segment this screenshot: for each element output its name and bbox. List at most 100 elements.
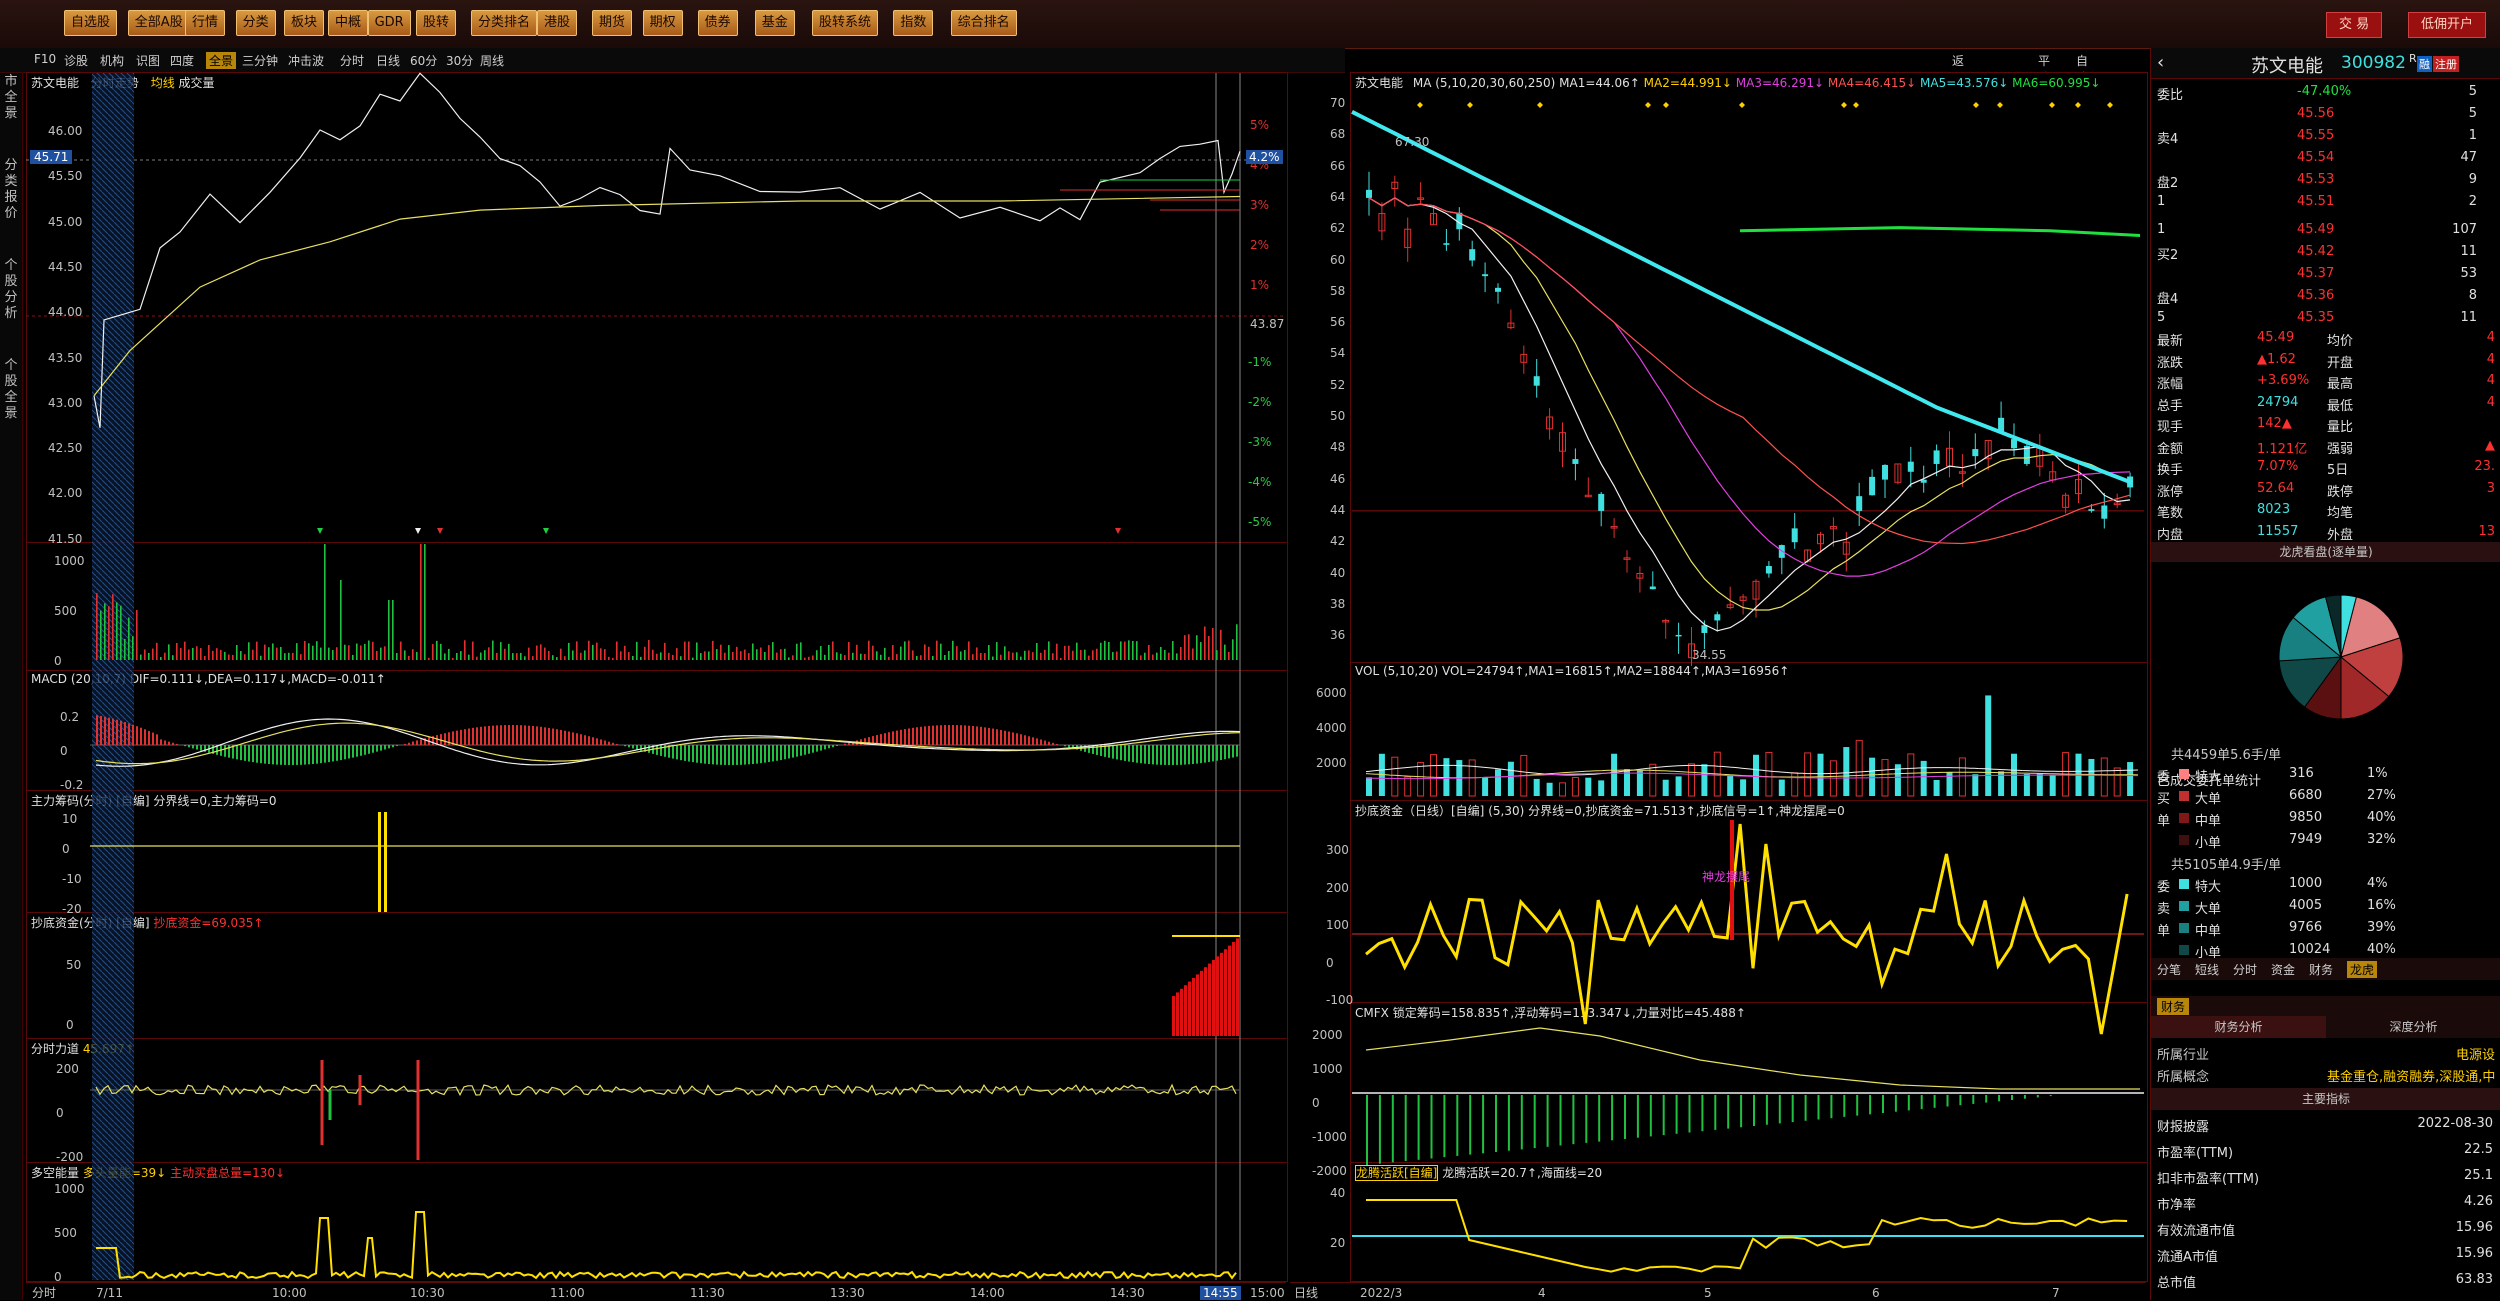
kline-bottom-tick: 200 (1326, 881, 1349, 895)
deep-analysis-tab[interactable]: 深度分析 (2326, 1016, 2500, 1038)
ma-params: (5,10,20,30,60,250) (1435, 76, 1555, 90)
fin-analysis-tab[interactable]: 财务分析 (2151, 1016, 2326, 1038)
kline-price-tick: 48 (1330, 440, 1345, 454)
trade-button[interactable]: 交 易 (2326, 12, 2382, 38)
menu-item-11[interactable]: 期权 (643, 10, 683, 36)
menu-item-16[interactable]: 综合排名 (951, 10, 1017, 36)
tool-4[interactable]: 四度 (170, 52, 194, 69)
macd-tick: 0.2 (60, 710, 79, 724)
tool-9[interactable]: 日线 (376, 52, 400, 69)
menu-item-2[interactable]: 行情 (185, 10, 225, 36)
kline-price-tick: 46 (1330, 472, 1345, 486)
main-chip-title[interactable]: 主力筹码(分时) [自编] (31, 794, 150, 808)
longshort-values2: 主动买盘总量=130↓ (170, 1166, 285, 1180)
vol-title[interactable]: VOL (1355, 664, 1379, 678)
kline-mode-button[interactable]: 日线 (1294, 1284, 1318, 1301)
pct-tick: -5% (1248, 515, 1271, 529)
bottom-fund-title[interactable]: 抄底资金(分时) [自编] (31, 916, 150, 930)
intraday-mode-button[interactable]: 分时 (32, 1284, 56, 1301)
force-title[interactable]: 分时力道 (31, 1042, 79, 1056)
side-tab-category[interactable]: 分类报价 (3, 158, 19, 222)
ask-row-cell: 47 (2460, 150, 2477, 165)
chart-mode[interactable]: 分时走势 (91, 76, 139, 90)
menu-item-15[interactable]: 指数 (893, 10, 933, 36)
sell-row-cell: 卖 (2157, 898, 2170, 917)
buy-row-cell: 9850 (2289, 810, 2322, 825)
menu-item-13[interactable]: 基金 (755, 10, 795, 36)
dragon-title[interactable]: 龙腾活跃[自编] (1355, 1165, 1438, 1181)
sell-row-cell: 中单 (2195, 920, 2221, 939)
side-tab-stock-overview[interactable]: 个股全景 (3, 358, 19, 422)
kline-bottom-values: 分界线=0,抄底资金=71.513↑,抄底信号=1↑,神龙摆尾=0 (1528, 804, 1845, 818)
cmfx-tick: 2000 (1312, 1028, 1343, 1042)
buy-summary: 共4459单5.6手/单 (2171, 744, 2281, 763)
tool-6[interactable]: 三分钟 (242, 52, 278, 69)
longshort-panel: 多空能量 多头量能=39↓ 主动买盘总量=130↓ (26, 1162, 1288, 1282)
sell-row-cell: 9766 (2289, 920, 2322, 935)
menu-item-5[interactable]: 中概 (328, 10, 368, 36)
industry-value: 电源设 (2456, 1044, 2495, 1063)
quote-tab-4[interactable]: 财务 (2309, 961, 2333, 978)
tool-2[interactable]: 机构 (100, 52, 124, 69)
buy-row: 单中单985040% (2157, 808, 2497, 830)
menu-item-10[interactable]: 期货 (592, 10, 632, 36)
back-icon[interactable]: ‹ (2157, 52, 2164, 73)
sell-row-cell: 大单 (2195, 898, 2221, 917)
stat-row-cell: 总手 (2157, 395, 2183, 414)
macd-title[interactable]: MACD (31, 672, 67, 686)
menu-item-8[interactable]: 分类排名 (471, 10, 537, 36)
concept-label: 所属概念 (2157, 1066, 2209, 1085)
quote-tab-5[interactable]: 龙虎 (2347, 961, 2377, 978)
open-account-button[interactable]: 低佣开户 (2408, 12, 2486, 38)
tool-12[interactable]: 周线 (480, 52, 504, 69)
stat-row: 涨停52.64跌停3 (2157, 479, 2497, 501)
quote-stock-name: 苏文电能 (2251, 52, 2323, 78)
bid-row-cell: 盘4 (2157, 288, 2178, 307)
menu-item-12[interactable]: 债券 (698, 10, 738, 36)
sell-row-cell: 委 (2157, 876, 2170, 895)
bid-row-cell: 45.35 (2297, 310, 2334, 325)
cmfx-title[interactable]: CMFX (1355, 1006, 1389, 1020)
industry-label: 所属行业 (2157, 1044, 2209, 1063)
quote-tab-0[interactable]: 分笔 (2157, 961, 2181, 978)
side-tab-stock-analysis[interactable]: 个股分析 (3, 258, 19, 322)
kline-price-tick: 64 (1330, 190, 1345, 204)
menu-item-3[interactable]: 分类 (236, 10, 276, 36)
longshort-title[interactable]: 多空能量 (31, 1166, 79, 1180)
ma-label[interactable]: MA (1413, 76, 1432, 90)
fin-tab[interactable]: 财务 (2157, 998, 2189, 1015)
ask-row: 卖445.551 (2157, 126, 2497, 148)
buy-row-cell: 特大 (2195, 766, 2221, 785)
stat-row-cell: 45.49 (2257, 330, 2294, 345)
menu-item-9[interactable]: 港股 (537, 10, 577, 36)
quote-tab-3[interactable]: 资金 (2271, 961, 2295, 978)
stat-row-cell: 换手 (2157, 459, 2183, 478)
bid-row: 盘445.368 (2157, 286, 2497, 308)
tool-0[interactable]: F10 (34, 52, 56, 66)
price-tick: 43.50 (48, 351, 82, 365)
menu-item-14[interactable]: 股转系统 (812, 10, 878, 36)
menu-item-0[interactable]: 自选股 (64, 10, 117, 36)
sell-row-cell: 39% (2367, 920, 2396, 935)
tool-5[interactable]: 全景 (206, 52, 236, 69)
tool-11[interactable]: 30分 (446, 52, 473, 69)
kline-bottom-title[interactable]: 抄底资金（日线）[自编] (1355, 804, 1484, 818)
quote-tab-2[interactable]: 分时 (2233, 961, 2257, 978)
menu-item-7[interactable]: 股转 (416, 10, 456, 36)
pct-tick: -1% (1248, 355, 1271, 369)
avg-legend: 均线 (151, 76, 175, 90)
tool-1[interactable]: 诊股 (64, 52, 88, 69)
kline-price-tick: 52 (1330, 378, 1345, 392)
force-values: 45.697↑ (83, 1042, 135, 1056)
tool-7[interactable]: 冲击波 (288, 52, 324, 69)
menu-item-6[interactable]: GDR (368, 10, 411, 36)
buy-row: 委特大3161% (2157, 764, 2497, 786)
tool-3[interactable]: 识图 (136, 52, 160, 69)
dragon-values: 龙腾活跃=20.7↑,海面线=20 (1442, 1166, 1602, 1180)
quote-tab-1[interactable]: 短线 (2195, 961, 2219, 978)
menu-item-1[interactable]: 全部A股 (128, 10, 190, 36)
tool-10[interactable]: 60分 (410, 52, 437, 69)
tool-8[interactable]: 分时 (340, 52, 364, 69)
buy-row-cell: 6680 (2289, 788, 2322, 803)
menu-item-4[interactable]: 板块 (284, 10, 324, 36)
